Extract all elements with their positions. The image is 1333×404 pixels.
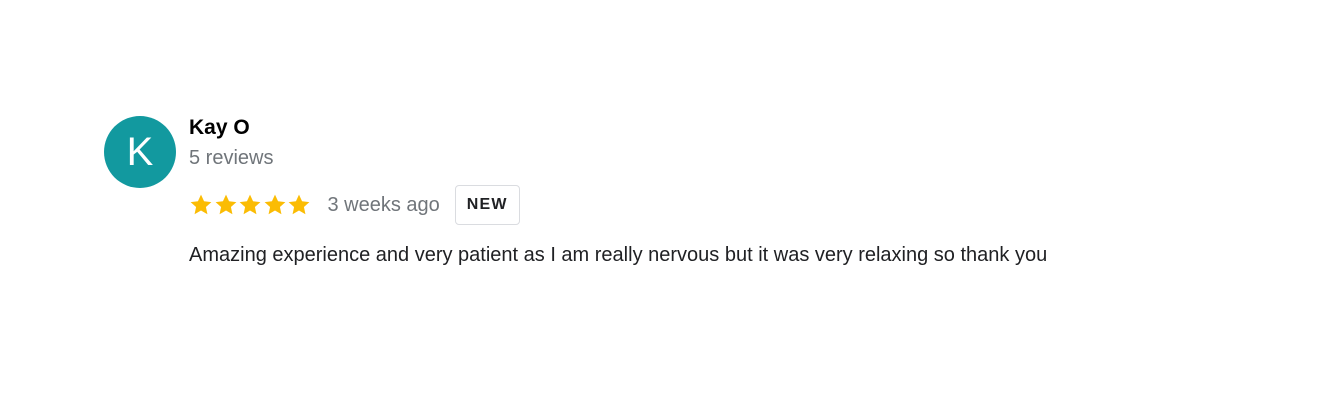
avatar[interactable]: K <box>104 116 176 188</box>
reviewer-name[interactable]: Kay O <box>189 114 1289 142</box>
star-icon <box>190 194 212 215</box>
review-content: Kay O 5 reviews 3 weeks ago NEW Amazing … <box>189 114 1289 269</box>
star-rating <box>189 193 312 217</box>
review-date: 3 weeks ago <box>327 193 440 216</box>
review-count[interactable]: 5 reviews <box>189 145 1289 171</box>
star-icon <box>239 194 261 215</box>
new-badge: NEW <box>454 185 520 225</box>
star-icon <box>215 194 236 215</box>
star-icon <box>288 194 310 215</box>
review-meta: 3 weeks ago NEW <box>189 185 1289 225</box>
review-text: Amazing experience and very patient as I… <box>189 244 1048 266</box>
star-icon <box>264 194 285 215</box>
